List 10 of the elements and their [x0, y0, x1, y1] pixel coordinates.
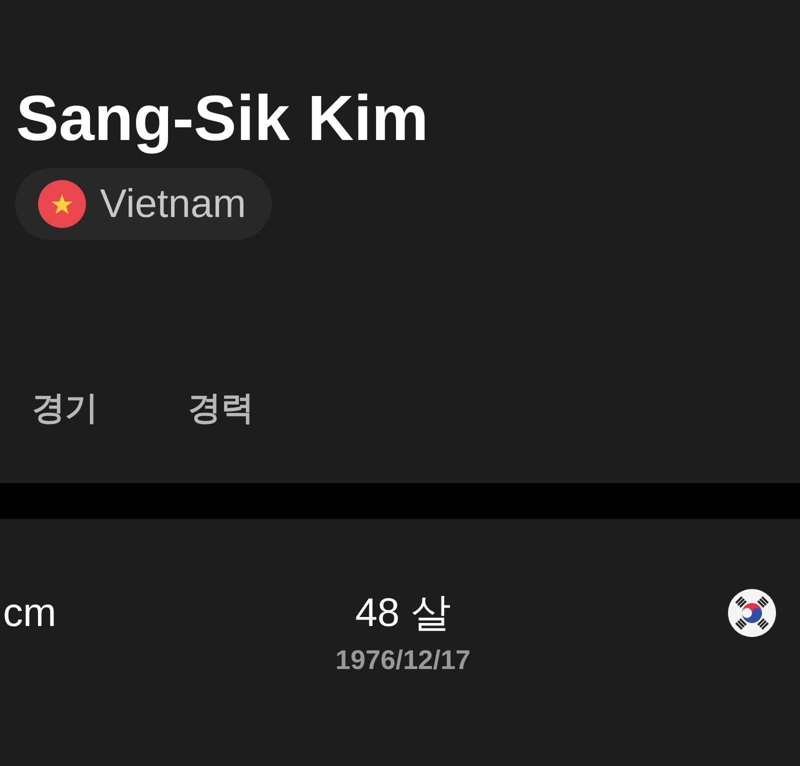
star-flag-icon: [38, 180, 86, 228]
tab[interactable]: 경력: [188, 386, 254, 426]
taegeuk-flag-icon: [728, 589, 776, 637]
tab[interactable]: 경기: [32, 386, 98, 426]
team-chip[interactable]: Vietnam: [15, 168, 272, 240]
birth-date: 1976/12/17: [335, 645, 471, 676]
player-name: Sang-Sik Kim: [15, 81, 430, 156]
height-unit: cm: [3, 591, 56, 635]
team-name: Vietnam: [100, 182, 246, 226]
age-value: 48 살: [355, 590, 451, 637]
